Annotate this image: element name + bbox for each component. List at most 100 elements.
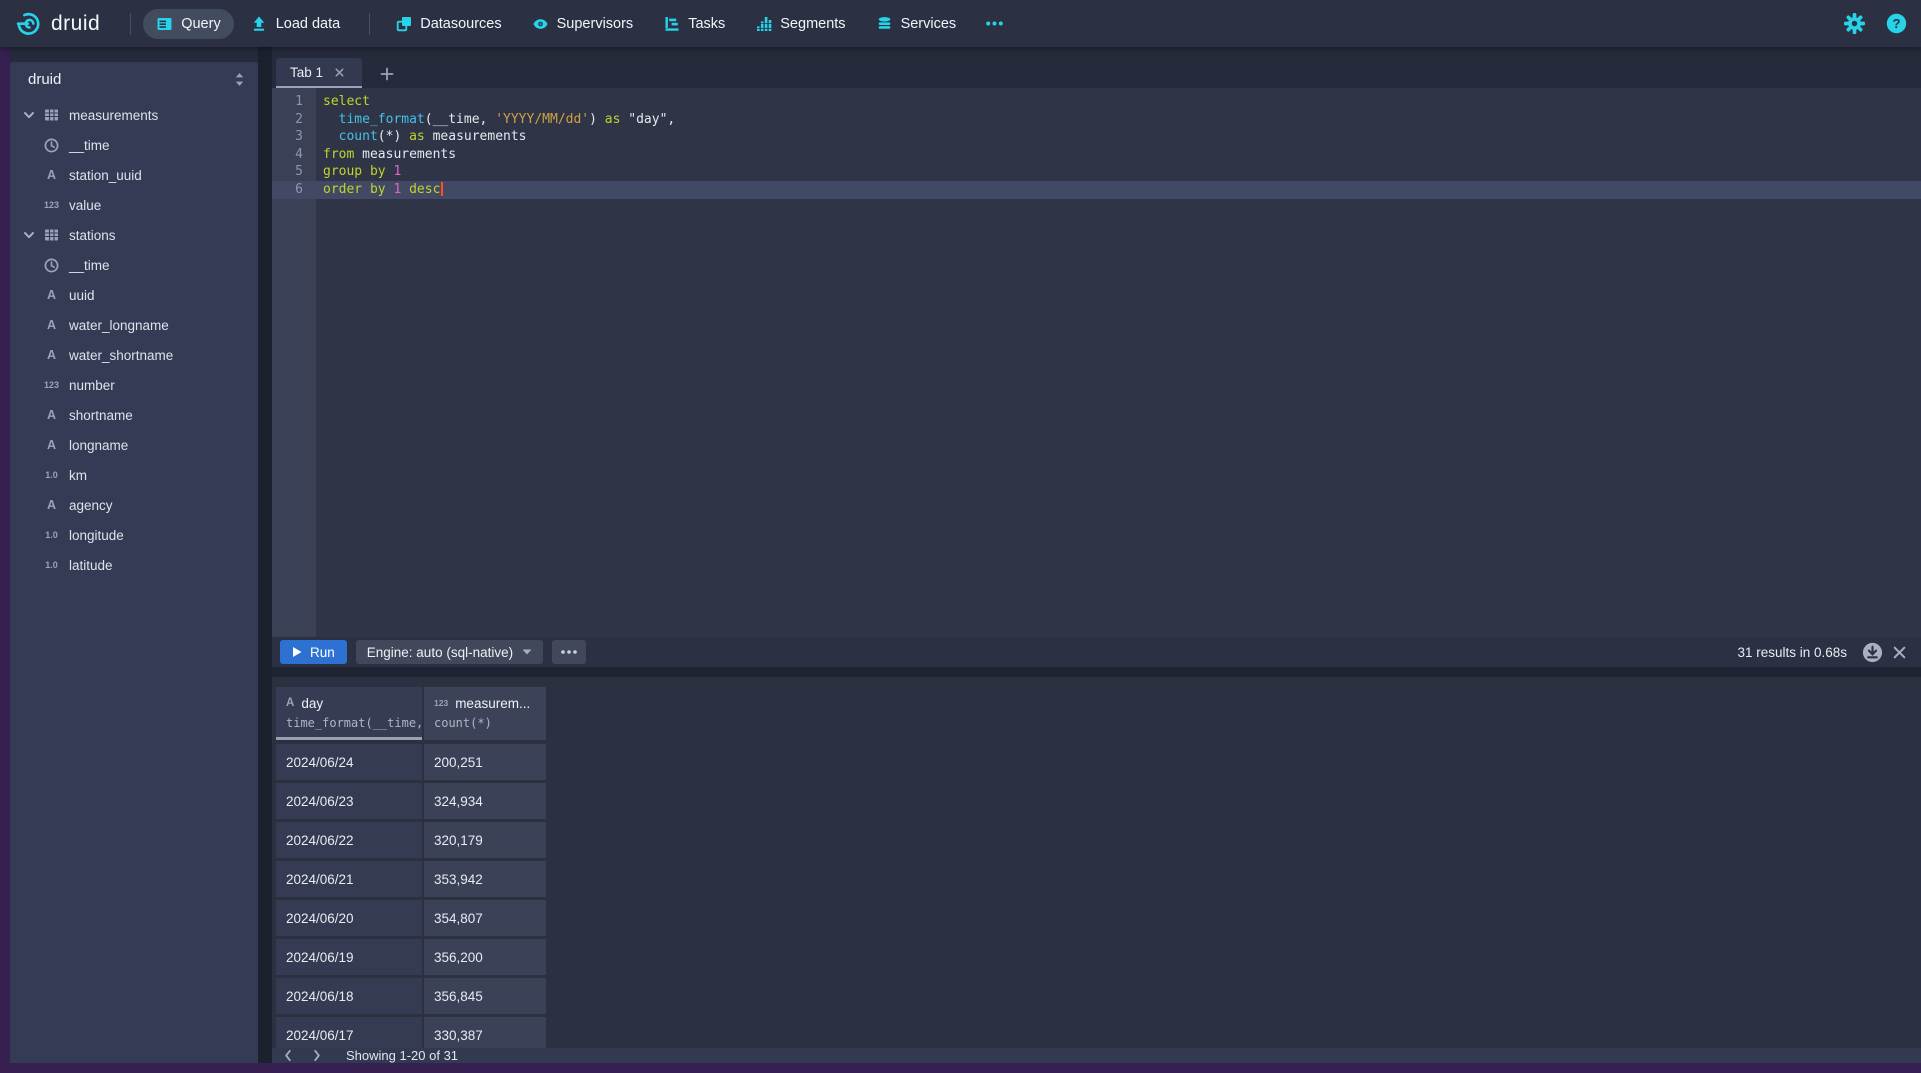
chevron-left-icon[interactable] xyxy=(275,1048,301,1063)
nav-divider xyxy=(130,13,131,35)
tree-column-label: shortname xyxy=(69,408,133,423)
tree-column-label: water_longname xyxy=(69,318,169,333)
new-tab-button[interactable] xyxy=(374,62,400,86)
table-icon xyxy=(43,228,60,242)
nav-item-segments[interactable]: Segments xyxy=(742,9,858,39)
text-cursor xyxy=(441,182,443,196)
result-cell-r5c2[interactable]: 354,807 xyxy=(424,900,546,936)
float-icon: 1.0 xyxy=(43,530,60,540)
sql-editor[interactable]: 1select2 time_format(__time, 'YYYY/MM/dd… xyxy=(272,88,1921,637)
code-line-5[interactable]: 5group by 1 xyxy=(272,163,1921,181)
settings-button[interactable] xyxy=(1843,13,1865,35)
code-line-2[interactable]: 2 time_format(__time, 'YYYY/MM/dd') as "… xyxy=(272,111,1921,129)
string-icon: A xyxy=(286,697,294,709)
nav-item-supervisors[interactable]: Supervisors xyxy=(519,9,647,39)
pagination-bar: Showing 1-20 of 31 xyxy=(272,1048,1921,1063)
result-cell-r7c2[interactable]: 356,845 xyxy=(424,978,546,1014)
tree-column-label: __time xyxy=(69,138,110,153)
nav-item-query[interactable]: Query xyxy=(143,9,234,39)
result-cell-r1c2[interactable]: 200,251 xyxy=(424,744,546,780)
tab-1[interactable]: Tab 1 xyxy=(276,58,362,88)
tree-column-value[interactable]: 123value xyxy=(10,190,258,220)
result-cell-r4c2[interactable]: 353,942 xyxy=(424,861,546,897)
line-number: 3 xyxy=(272,128,316,146)
result-cell-r7c1[interactable]: 2024/06/18 xyxy=(276,978,422,1014)
tree-column-shortname[interactable]: Ashortname xyxy=(10,400,258,430)
line-content: group by 1 xyxy=(316,163,401,181)
tree-column-uuid[interactable]: Auuid xyxy=(10,280,258,310)
code-line-6[interactable]: 6order by 1 desc xyxy=(272,181,1921,199)
schema-selector[interactable]: druid xyxy=(10,62,258,96)
tree-column-water_longname[interactable]: Awater_longname xyxy=(10,310,258,340)
table-icon xyxy=(43,108,60,122)
tree-column-__time[interactable]: __time xyxy=(10,130,258,160)
schema-sidebar: druid measurements__timeAstation_uuid123… xyxy=(10,62,258,1063)
tree-column-__time[interactable]: __time xyxy=(10,250,258,280)
nav-items: QueryLoad data Datasources Supervisors Task… xyxy=(118,9,1020,39)
schema-title: druid xyxy=(28,71,61,88)
engine-select-label: Engine: auto (sql-native) xyxy=(367,645,513,660)
nav-item-more[interactable] xyxy=(973,9,1016,39)
tree-column-longname[interactable]: Alongname xyxy=(10,430,258,460)
sql-code: 1select2 time_format(__time, 'YYYY/MM/dd… xyxy=(272,93,1921,199)
play-icon xyxy=(292,646,302,658)
tree-table-stations[interactable]: stations xyxy=(10,220,258,250)
nav-item-datasources[interactable]: Datasources xyxy=(382,9,514,39)
string-icon: A xyxy=(43,288,60,302)
panel-resize-handle[interactable] xyxy=(258,47,272,1063)
result-cell-r3c2[interactable]: 320,179 xyxy=(424,822,546,858)
engine-select[interactable]: Engine: auto (sql-native) xyxy=(356,640,543,664)
double-caret-vertical-icon[interactable] xyxy=(233,72,246,87)
string-icon: A xyxy=(43,408,60,422)
nav-item-tasks[interactable]: Tasks xyxy=(650,9,738,39)
line-number: 1 xyxy=(272,93,316,111)
column-name: measurem... xyxy=(455,696,530,711)
nav-item-label: Datasources xyxy=(420,16,501,32)
nav-item-load-data[interactable]: Load data xyxy=(238,9,354,39)
result-cell-r1c1[interactable]: 2024/06/24 xyxy=(276,744,422,780)
column-header-measurem...[interactable]: 123measurem...count(*) xyxy=(424,687,546,740)
result-cell-r2c2[interactable]: 324,934 xyxy=(424,783,546,819)
result-cell-r2c1[interactable]: 2024/06/23 xyxy=(276,783,422,819)
tree-column-agency[interactable]: Aagency xyxy=(10,490,258,520)
gantt-icon xyxy=(663,15,680,32)
nav-item-services[interactable]: Services xyxy=(863,9,970,39)
close-results-icon[interactable] xyxy=(1892,645,1907,660)
line-content: select xyxy=(316,93,370,111)
string-icon: A xyxy=(43,348,60,362)
close-tab-icon[interactable] xyxy=(333,66,346,79)
result-cell-r6c2[interactable]: 356,200 xyxy=(424,939,546,975)
svg-text:?: ? xyxy=(1892,16,1900,31)
chevron-right-icon[interactable] xyxy=(304,1048,330,1063)
number-icon: 123 xyxy=(43,200,60,210)
tree-column-km[interactable]: 1.0km xyxy=(10,460,258,490)
result-cell-r4c1[interactable]: 2024/06/21 xyxy=(276,861,422,897)
column-header-day[interactable]: Adaytime_format(__time, … xyxy=(276,687,422,740)
tree-column-latitude[interactable]: 1.0latitude xyxy=(10,550,258,580)
pagination-label: Showing 1-20 of 31 xyxy=(346,1048,458,1063)
tree-column-number[interactable]: 123number xyxy=(10,370,258,400)
tree-column-longitude[interactable]: 1.0longitude xyxy=(10,520,258,550)
result-cell-r3c1[interactable]: 2024/06/22 xyxy=(276,822,422,858)
nav-item-label: Supervisors xyxy=(557,16,634,32)
download-icon[interactable] xyxy=(1862,642,1883,663)
code-line-1[interactable]: 1select xyxy=(272,93,1921,111)
tree-table-measurements[interactable]: measurements xyxy=(10,100,258,130)
top-navigation-bar: druid QueryLoad data Datasources Superviso… xyxy=(0,0,1921,47)
result-cell-r8c2[interactable]: 330,387 xyxy=(424,1017,546,1048)
result-cell-r5c1[interactable]: 2024/06/20 xyxy=(276,900,422,936)
code-line-3[interactable]: 3 count(*) as measurements xyxy=(272,128,1921,146)
tree-column-station_uuid[interactable]: Astation_uuid xyxy=(10,160,258,190)
code-line-4[interactable]: 4from measurements xyxy=(272,146,1921,164)
result-cell-r6c1[interactable]: 2024/06/19 xyxy=(276,939,422,975)
help-button[interactable]: ? xyxy=(1885,13,1907,35)
druid-logo[interactable]: druid xyxy=(16,10,100,37)
tree-column-water_shortname[interactable]: Awater_shortname xyxy=(10,340,258,370)
query-more-button[interactable] xyxy=(552,640,586,664)
tree-table-label: measurements xyxy=(69,108,158,123)
line-number: 4 xyxy=(272,146,316,164)
results-splitter[interactable] xyxy=(272,667,1921,677)
string-icon: A xyxy=(43,438,60,452)
result-cell-r8c1[interactable]: 2024/06/17 xyxy=(276,1017,422,1048)
run-button[interactable]: Run xyxy=(280,640,347,664)
